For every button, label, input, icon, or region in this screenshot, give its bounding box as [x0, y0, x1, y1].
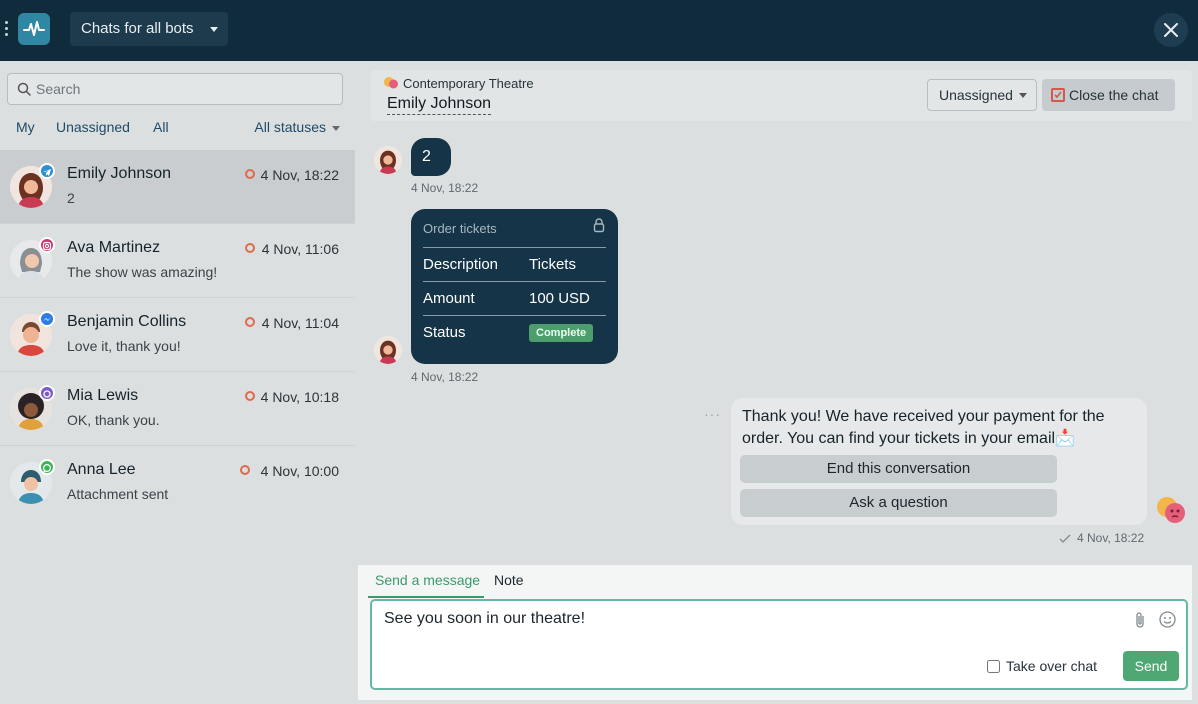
contact-name-link[interactable]: Emily Johnson [387, 95, 492, 115]
close-icon [1164, 23, 1178, 37]
chat-last-message: OK, thank you. [67, 412, 160, 428]
message-composer: Send a message Note See you soon in our … [358, 565, 1192, 700]
unread-indicator [245, 243, 255, 253]
order-row-key: Status [423, 324, 466, 341]
emoji-icon[interactable] [1159, 611, 1176, 628]
organization-label: Contemporary Theatre [383, 76, 534, 91]
chat-last-message: The show was amazing! [67, 264, 218, 280]
lock-icon [593, 218, 605, 233]
message-editor: See you soon in our theatre! Take over c… [370, 599, 1188, 690]
order-row: Status Complete [423, 315, 606, 349]
message-options-icon[interactable]: ··· [704, 406, 720, 422]
chat-time: 4 Nov, 11:06 [261, 241, 339, 257]
viber-icon [39, 385, 55, 401]
order-row: Description Tickets [423, 247, 606, 281]
instagram-icon [39, 237, 55, 253]
chat-time: 4 Nov, 18:22 [260, 167, 339, 183]
chat-contact-name: Anna Lee [67, 461, 136, 478]
unread-indicator [245, 169, 255, 179]
chevron-down-icon [1019, 93, 1027, 98]
check-icon [1059, 534, 1071, 543]
quick-reply-button[interactable]: Ask a question [740, 489, 1057, 517]
chat-last-message: Attachment sent [67, 486, 169, 502]
checkbox-icon [1051, 88, 1065, 102]
chat-contact-name: Mia Lewis [67, 387, 139, 404]
tab-note[interactable]: Note [494, 572, 524, 588]
theatre-masks-icon [384, 77, 398, 89]
message-time-row: 4 Nov, 18:22 [1059, 531, 1144, 545]
outgoing-message-bubble: Thank you! We have received your payment… [731, 398, 1147, 525]
assign-dropdown[interactable]: Unassigned [927, 79, 1037, 111]
search-icon [17, 82, 31, 96]
search-input[interactable] [36, 79, 326, 99]
assign-label: Unassigned [939, 87, 1013, 103]
chat-contact-name: Benjamin Collins [67, 313, 187, 330]
send-button[interactable]: Send [1123, 651, 1179, 681]
chat-time: 4 Nov, 11:04 [261, 315, 339, 331]
chevron-down-icon [210, 27, 218, 32]
chat-contact-name: Emily Johnson [67, 165, 172, 182]
search-box[interactable] [7, 73, 343, 105]
order-row-value: 100 USD [529, 290, 590, 307]
filter-all[interactable]: All [153, 119, 169, 135]
chat-header: Contemporary Theatre Emily Johnson Unass… [371, 70, 1192, 121]
message-time: 4 Nov, 18:22 [1077, 531, 1145, 545]
more-menu-icon[interactable] [4, 21, 10, 37]
order-row-key: Amount [423, 290, 475, 307]
unread-indicator [240, 465, 250, 475]
chat-last-message: 2 [67, 190, 75, 206]
unread-indicator [245, 317, 255, 327]
close-window-button[interactable] [1154, 13, 1188, 47]
chevron-down-icon [332, 125, 340, 131]
unread-indicator [245, 391, 255, 401]
chat-filters: My Unassigned All All statuses [16, 119, 340, 139]
chat-list-item[interactable]: Emily Johnson 2 4 Nov, 18:22 [0, 150, 355, 224]
status-badge: Complete [529, 324, 594, 342]
whatsapp-icon [39, 459, 55, 475]
take-over-checkbox[interactable] [987, 660, 1000, 673]
incoming-message-bubble: 2 [411, 138, 451, 176]
chat-contact-name: Ava Martinez [67, 239, 161, 256]
chat-panel: Contemporary Theatre Emily Johnson Unass… [355, 61, 1198, 704]
app-logo-icon[interactable] [18, 13, 50, 45]
bot-selector-dropdown[interactable]: Chats for all bots [70, 12, 228, 46]
message-time: 4 Nov, 18:22 [411, 181, 479, 195]
bot-selector-label: Chats for all bots [81, 20, 194, 37]
chat-list-item[interactable]: Benjamin Collins Love it, thank you! 4 N… [0, 298, 355, 372]
filter-my[interactable]: My [16, 119, 35, 135]
order-row-key: Description [423, 256, 499, 273]
avatar [374, 146, 402, 174]
bot-avatar-icon [1154, 493, 1188, 527]
chat-last-message: Love it, thank you! [67, 338, 181, 354]
chat-list-item[interactable]: Ava Martinez The show was amazing! 4 Nov… [0, 224, 355, 298]
chat-list-panel: My Unassigned All All statuses Emily Joh… [0, 61, 355, 704]
messenger-icon [39, 311, 55, 327]
telegram-icon [39, 163, 55, 179]
message-text: 2 [422, 148, 431, 165]
order-card: Order tickets Description Tickets Amount… [411, 209, 618, 364]
take-over-label: Take over chat [1006, 658, 1098, 674]
message-time: 4 Nov, 18:22 [411, 370, 479, 384]
status-filter-dropdown[interactable]: All statuses [254, 119, 340, 135]
avatar [374, 336, 402, 364]
quick-reply-button[interactable]: End this conversation [740, 455, 1057, 483]
chat-time: 4 Nov, 10:00 [260, 463, 339, 479]
attachment-icon[interactable] [1134, 611, 1146, 629]
chat-time: 4 Nov, 10:18 [260, 389, 339, 405]
status-filter-label: All statuses [254, 119, 326, 135]
close-chat-button[interactable]: Close the chat [1042, 79, 1175, 111]
filter-unassigned[interactable]: Unassigned [56, 119, 130, 135]
message-input[interactable]: See you soon in our theatre! [384, 610, 1124, 640]
message-text: Thank you! We have received your payment… [742, 408, 1105, 447]
chat-list-item[interactable]: Anna Lee Attachment sent 4 Nov, 10:00 [0, 446, 355, 520]
order-row-value: Tickets [529, 256, 576, 273]
order-row: Amount 100 USD [423, 281, 606, 315]
order-title: Order tickets [423, 221, 497, 236]
chat-list-item[interactable]: Mia Lewis OK, thank you. 4 Nov, 10:18 [0, 372, 355, 446]
take-over-chat-toggle[interactable]: Take over chat [987, 658, 1097, 674]
tab-send-message[interactable]: Send a message [367, 572, 485, 598]
top-bar: Chats for all bots [0, 0, 1198, 61]
organization-name: Contemporary Theatre [403, 76, 534, 91]
close-chat-label: Close the chat [1069, 87, 1159, 103]
